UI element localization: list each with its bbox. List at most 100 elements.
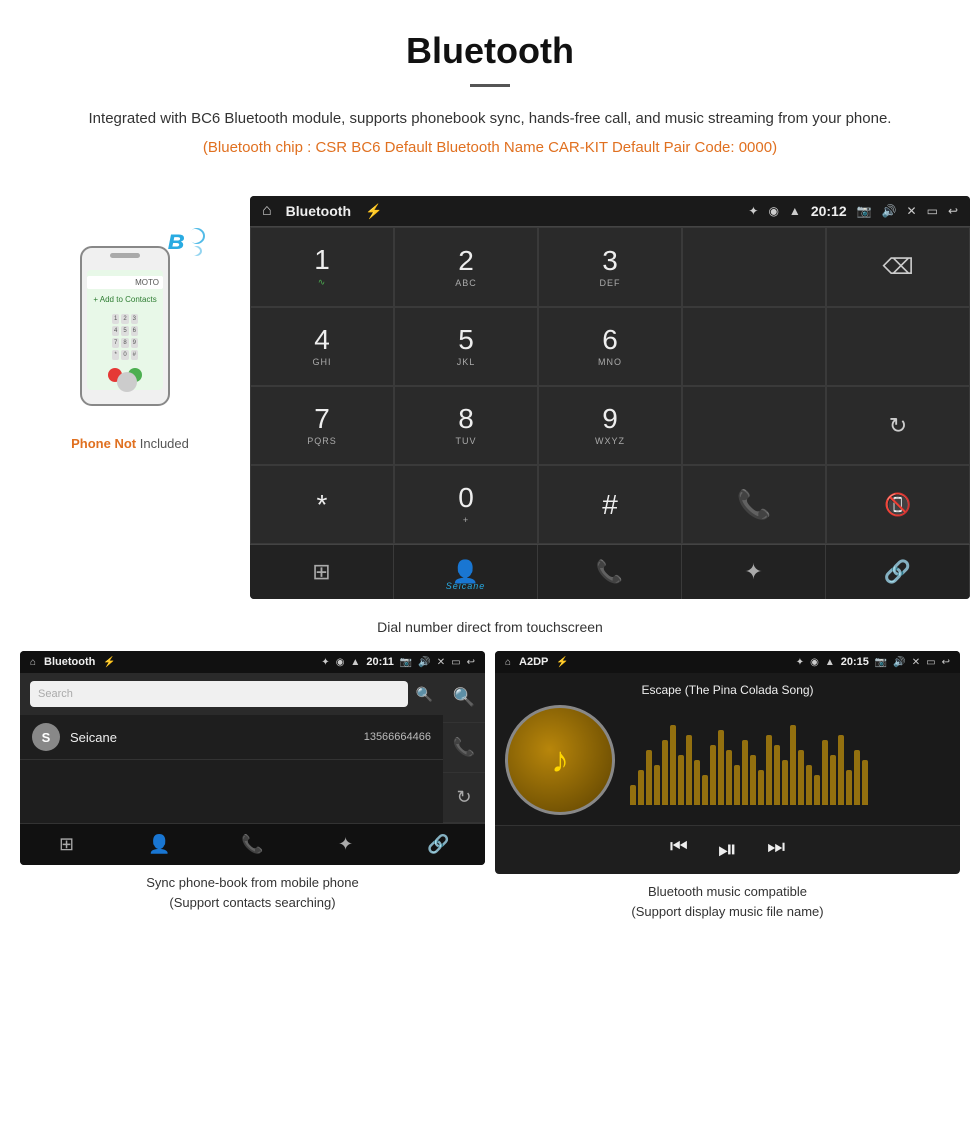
pb-bottom-grid[interactable]: ⊞ bbox=[20, 824, 113, 865]
dial-key-empty-1 bbox=[682, 227, 826, 307]
bottom-screenshots: ⌂ Bluetooth ⚡ ✦ ◉ ▲ 20:11 📷 🔊 ✕ ▭ ↩ bbox=[0, 651, 980, 941]
dial-key-empty-4 bbox=[682, 386, 826, 465]
wave-bar bbox=[702, 775, 708, 805]
pb-side-search-btn[interactable]: 🔍 bbox=[443, 673, 485, 723]
music-win-icon[interactable]: ▭ bbox=[926, 657, 935, 668]
phone-not-included-label: Phone Not Included bbox=[71, 436, 189, 451]
music-statusbar: ⌂ A2DP ⚡ ✦ ◉ ▲ 20:15 📷 🔊 ✕ ▭ ↩ bbox=[495, 651, 960, 673]
phone-home-button bbox=[117, 372, 137, 392]
pb-home-icon[interactable]: ⌂ bbox=[30, 657, 36, 668]
music-camera-icon[interactable]: 📷 bbox=[875, 657, 887, 668]
music-main: Escape (The Pina Colada Song) ♪ bbox=[495, 673, 960, 825]
pb-win-icon[interactable]: ▭ bbox=[451, 657, 460, 668]
dial-key-8[interactable]: 8 TUV bbox=[394, 386, 538, 465]
music-prev-btn[interactable]: ⏮ bbox=[670, 836, 688, 864]
pb-wifi-icon: ▲ bbox=[350, 657, 360, 668]
dial-key-backspace[interactable]: ⌫ bbox=[826, 227, 970, 307]
bottom-contacts-btn[interactable]: 👤 Seicane bbox=[394, 545, 538, 599]
specs-text: (Bluetooth chip : CSR BC6 Default Blueto… bbox=[60, 139, 920, 156]
pb-contact-number: 13566664466 bbox=[364, 731, 431, 743]
music-play-btn[interactable]: ⏯ bbox=[718, 836, 737, 864]
dial-key-call[interactable]: 📞 bbox=[682, 465, 826, 544]
back-icon[interactable]: ↩ bbox=[948, 204, 958, 218]
pb-statusbar: ⌂ Bluetooth ⚡ ✦ ◉ ▲ 20:11 📷 🔊 ✕ ▭ ↩ bbox=[20, 651, 485, 673]
wave-bar bbox=[654, 765, 660, 805]
dialpad-screen-container: ⌂ Bluetooth ⚡ ✦ ◉ ▲ 20:12 📷 🔊 ✕ ▭ ↩ bbox=[250, 196, 970, 599]
bluetooth-waves: ʙ bbox=[173, 236, 190, 264]
music-loc-icon: ◉ bbox=[810, 657, 819, 668]
dial-key-9[interactable]: 9 WXYZ bbox=[538, 386, 682, 465]
wave-bar bbox=[646, 750, 652, 805]
wave-bar bbox=[814, 775, 820, 805]
dial-key-5[interactable]: 5 JKL bbox=[394, 307, 538, 386]
pb-search-placeholder: Search bbox=[38, 688, 73, 700]
wave-bar bbox=[854, 750, 860, 805]
dial-pad: 1 ∿ 2 ABC 3 DEF ⌫ 4 GHI bbox=[250, 226, 970, 544]
wave-bar bbox=[718, 730, 724, 805]
location-icon: ◉ bbox=[768, 204, 778, 218]
wave-bar bbox=[766, 735, 772, 805]
pb-search-bar[interactable]: Search bbox=[30, 681, 408, 707]
pb-camera-icon[interactable]: 📷 bbox=[400, 657, 412, 668]
dial-key-2[interactable]: 2 ABC bbox=[394, 227, 538, 307]
pb-back-icon[interactable]: ↩ bbox=[467, 657, 475, 668]
main-content: MOTO + Add to Contacts 123 456 789 *0# bbox=[0, 196, 980, 599]
pb-bottom-phone[interactable]: 📞 bbox=[206, 824, 299, 865]
wave-bar bbox=[694, 760, 700, 805]
camera-icon[interactable]: 📷 bbox=[857, 204, 872, 218]
title-divider bbox=[470, 84, 510, 87]
phone-speaker bbox=[110, 253, 140, 258]
wave-bar bbox=[822, 740, 828, 805]
pb-bt-icon: ✦ bbox=[321, 657, 329, 668]
pb-x-icon[interactable]: ✕ bbox=[437, 657, 445, 668]
pb-search-icon[interactable]: 🔍 bbox=[416, 686, 433, 703]
music-home-icon[interactable]: ⌂ bbox=[505, 657, 511, 668]
pb-side-phone-btn[interactable]: 📞 bbox=[443, 723, 485, 773]
dial-key-3[interactable]: 3 DEF bbox=[538, 227, 682, 307]
wave-bar bbox=[710, 745, 716, 805]
dial-key-star[interactable]: * bbox=[250, 465, 394, 544]
pb-bottom-contacts[interactable]: 👤 bbox=[113, 824, 206, 865]
bottom-link-btn[interactable]: 🔗 bbox=[826, 545, 970, 599]
dial-key-hash[interactable]: # bbox=[538, 465, 682, 544]
dial-key-1[interactable]: 1 ∿ bbox=[250, 227, 394, 307]
music-back-icon[interactable]: ↩ bbox=[942, 657, 950, 668]
window-icon[interactable]: ▭ bbox=[927, 204, 938, 218]
music-bt-icon: ✦ bbox=[796, 657, 804, 668]
music-screenshot: ⌂ A2DP ⚡ ✦ ◉ ▲ 20:15 📷 🔊 ✕ ▭ ↩ E bbox=[495, 651, 960, 874]
page-title: Bluetooth bbox=[60, 30, 920, 72]
wave-bar bbox=[846, 770, 852, 805]
pb-side-refresh-btn[interactable]: ↻ bbox=[443, 773, 485, 823]
volume-icon[interactable]: 🔊 bbox=[882, 204, 897, 218]
music-x-icon[interactable]: ✕ bbox=[912, 657, 920, 668]
music-vol-icon[interactable]: 🔊 bbox=[893, 657, 905, 668]
wave-bar bbox=[638, 770, 644, 805]
dial-key-empty-2 bbox=[682, 307, 826, 386]
wifi-icon: ▲ bbox=[789, 204, 801, 218]
dial-key-7[interactable]: 7 PQRS bbox=[250, 386, 394, 465]
pb-bottom-link[interactable]: 🔗 bbox=[392, 824, 485, 865]
wave-bar bbox=[798, 750, 804, 805]
pb-contacts-list: Search 🔍 S Seicane 13566664466 bbox=[20, 673, 443, 823]
dial-key-end-call[interactable]: 📵 bbox=[826, 465, 970, 544]
dial-key-0[interactable]: 0 + bbox=[394, 465, 538, 544]
wave-bar bbox=[830, 755, 836, 805]
car-statusbar: ⌂ Bluetooth ⚡ ✦ ◉ ▲ 20:12 📷 🔊 ✕ ▭ ↩ bbox=[250, 196, 970, 226]
close-icon[interactable]: ✕ bbox=[907, 204, 917, 218]
music-next-btn[interactable]: ⏭ bbox=[767, 836, 785, 864]
pb-bottom-bt[interactable]: ✦ bbox=[299, 824, 392, 865]
bottom-phone-btn[interactable]: 📞 bbox=[538, 545, 682, 599]
music-statusbar-left: ⌂ A2DP ⚡ bbox=[505, 656, 569, 668]
dial-key-4[interactable]: 4 GHI bbox=[250, 307, 394, 386]
dial-key-6[interactable]: 6 MNO bbox=[538, 307, 682, 386]
pb-vol-icon[interactable]: 🔊 bbox=[418, 657, 430, 668]
pb-usb-icon: ⚡ bbox=[103, 657, 115, 668]
bottom-bluetooth-btn[interactable]: ✦ bbox=[682, 545, 826, 599]
home-icon[interactable]: ⌂ bbox=[262, 202, 272, 220]
wave-bar bbox=[678, 755, 684, 805]
pb-contact-row[interactable]: S Seicane 13566664466 bbox=[20, 715, 443, 760]
music-content: ♪ bbox=[505, 705, 950, 815]
dial-key-refresh[interactable]: ↻ bbox=[826, 386, 970, 465]
bottom-grid-btn[interactable]: ⊞ bbox=[250, 545, 394, 599]
music-note-icon: ♪ bbox=[551, 739, 569, 781]
